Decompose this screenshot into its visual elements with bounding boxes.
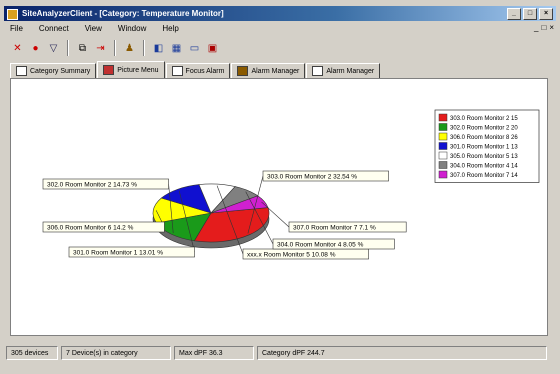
grid-view-icon[interactable]: ▦ bbox=[169, 41, 184, 56]
pie-view-icon[interactable]: ◧ bbox=[151, 41, 166, 56]
slice-label: 307.0 Room Monitor 7 7.1 % bbox=[293, 225, 376, 232]
status-max-dpf: Max dPF 36.3 bbox=[174, 346, 254, 360]
mdi-restore-button[interactable]: □ bbox=[541, 23, 546, 32]
slice-label: 301.0 Room Monitor 1 13.01 % bbox=[73, 250, 163, 257]
menu-help[interactable]: Help bbox=[160, 23, 180, 35]
menu-file[interactable]: File bbox=[8, 23, 25, 35]
alarm-view-icon[interactable]: ▣ bbox=[205, 41, 220, 56]
tab-alarm-manager-2[interactable]: Alarm Manager bbox=[306, 63, 381, 78]
status-bar: 305 devices 7 Device(s) in category Max … bbox=[6, 346, 554, 362]
toolbar-separator bbox=[67, 40, 69, 56]
slice-label: xxx.x Room Monitor 5 10.08 % bbox=[247, 252, 336, 259]
tab-label: Alarm Manager bbox=[251, 67, 300, 75]
toolbar-separator bbox=[114, 40, 116, 56]
status-device-count: 305 devices bbox=[6, 346, 58, 360]
legend-entry: 303.0 Room Monitor 2 15 bbox=[450, 116, 518, 122]
close-button[interactable]: × bbox=[539, 8, 553, 20]
legend-entry: 301.0 Room Monitor 1 13 bbox=[450, 145, 518, 151]
alarm-icon bbox=[237, 66, 249, 76]
exit-icon[interactable]: ⇥ bbox=[93, 41, 108, 56]
slice-label: 302.0 Room Monitor 2 14.73 % bbox=[47, 182, 137, 189]
tab-label: Category Summary bbox=[30, 67, 91, 75]
stop-icon[interactable]: ● bbox=[28, 41, 43, 56]
menu-bar: File Connect View Window Help bbox=[8, 23, 181, 35]
legend-swatch bbox=[438, 151, 448, 160]
filter-icon[interactable]: ▽ bbox=[46, 41, 61, 56]
legend-swatch bbox=[438, 161, 448, 169]
status-category-dpf: Category dPF 244.7 bbox=[257, 346, 547, 360]
minimize-button[interactable]: _ bbox=[507, 8, 521, 20]
legend-swatch bbox=[438, 142, 448, 150]
picture-icon bbox=[103, 65, 115, 75]
legend-entry: 304.0 Room Monitor 4 14 bbox=[450, 164, 518, 170]
window-icon bbox=[312, 66, 324, 76]
legend-entry: 305.0 Room Monitor 5 13 bbox=[450, 154, 518, 160]
users-icon[interactable]: ♟ bbox=[122, 41, 137, 56]
tab-focus-alarm[interactable]: Focus Alarm bbox=[165, 63, 231, 78]
window-view-icon[interactable]: ▭ bbox=[187, 41, 202, 56]
pointer-icon[interactable]: ✕ bbox=[10, 41, 25, 56]
tab-label: Alarm Manager bbox=[326, 67, 375, 75]
legend-entry: 306.0 Room Monitor 8 26 bbox=[450, 135, 518, 141]
slice-label: 304.0 Room Monitor 4 8.05 % bbox=[277, 242, 364, 249]
window-title: SiteAnalyzerClient - [Category: Temperat… bbox=[22, 9, 224, 18]
maximize-button[interactable]: □ bbox=[523, 8, 537, 20]
legend-entry: 302.0 Room Monitor 2 20 bbox=[450, 126, 518, 132]
slice-label: 306.0 Room Monitor 6 14.2 % bbox=[47, 225, 134, 232]
status-category-count: 7 Device(s) in category bbox=[61, 346, 171, 360]
menu-view[interactable]: View bbox=[83, 23, 104, 35]
tab-label: Picture Menu bbox=[117, 66, 159, 74]
legend-swatch bbox=[438, 132, 448, 141]
window-icon bbox=[171, 66, 183, 76]
copy-icon[interactable]: ⧉ bbox=[75, 41, 90, 56]
tab-strip: Category Summary Picture Menu Focus Alar… bbox=[10, 61, 381, 79]
toolbar: ✕ ● ▽ ⧉ ⇥ ♟ ◧ ▦ ▭ ▣ bbox=[10, 38, 220, 58]
legend-swatch bbox=[438, 123, 448, 131]
mdi-close-button[interactable]: × bbox=[549, 23, 554, 32]
summary-icon bbox=[16, 66, 27, 76]
menu-connect[interactable]: Connect bbox=[37, 23, 71, 35]
menu-window[interactable]: Window bbox=[116, 23, 148, 35]
tab-picture-menu[interactable]: Picture Menu bbox=[97, 61, 165, 78]
toolbar-separator bbox=[143, 40, 145, 56]
app-icon bbox=[7, 9, 18, 20]
pie-chart: 303.0 Room Monitor 2 32.54 % 302.0 Room M… bbox=[42, 109, 540, 260]
legend-swatch bbox=[438, 113, 448, 122]
legend-entry: 307.0 Room Monitor 7 14 bbox=[450, 173, 518, 179]
legend-swatch bbox=[438, 170, 448, 179]
chart-panel: 303.0 Room Monitor 2 32.54 % 302.0 Room M… bbox=[10, 78, 548, 336]
mdi-minimize-button[interactable]: _ bbox=[534, 23, 538, 32]
tab-label: Focus Alarm bbox=[185, 67, 225, 75]
tab-category-summary[interactable]: Category Summary bbox=[10, 63, 97, 78]
slice-label: 303.0 Room Monitor 2 32.54 % bbox=[267, 174, 357, 181]
mdi-controls: _ □ × bbox=[534, 23, 554, 32]
tab-alarm-manager[interactable]: Alarm Manager bbox=[231, 63, 306, 78]
title-bar: SiteAnalyzerClient - [Category: Temperat… bbox=[4, 6, 556, 21]
